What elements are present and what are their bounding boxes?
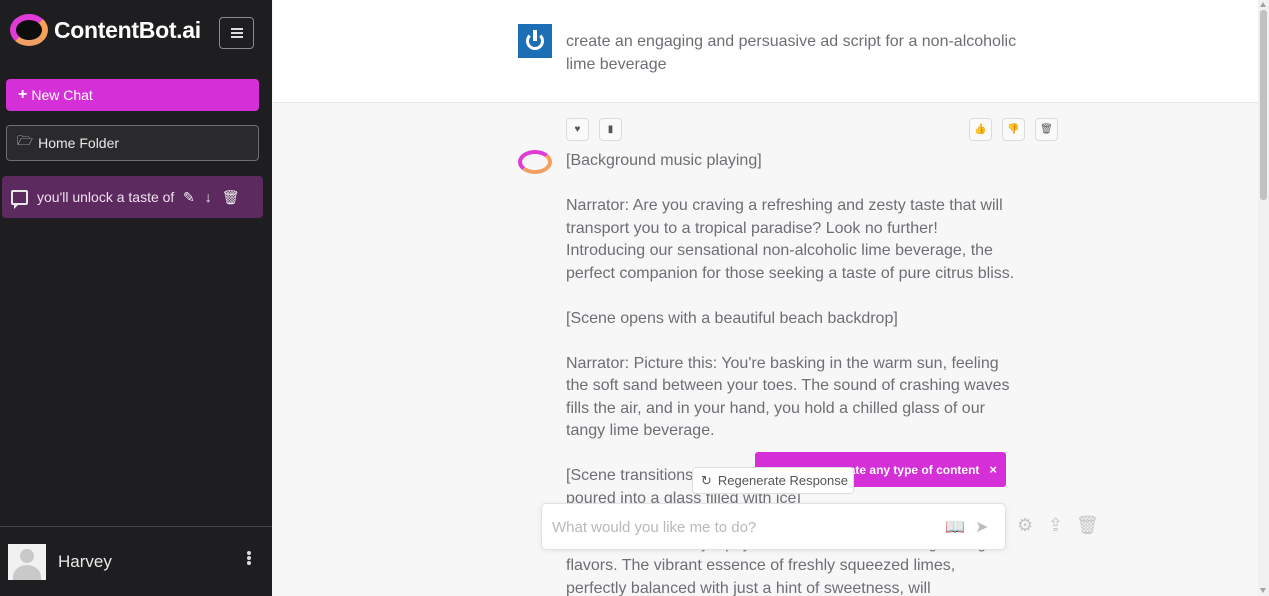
bot-avatar-icon — [518, 150, 552, 174]
delete-response-button[interactable]: 🗑 — [1035, 118, 1058, 141]
menu-toggle-button[interactable] — [219, 17, 254, 49]
book-icon[interactable]: 📖 — [945, 517, 965, 537]
chat-bubble-icon — [11, 189, 28, 209]
user-footer: Harvey — [0, 526, 272, 596]
scrollbar[interactable] — [1258, 0, 1269, 596]
power-line-shape — [533, 30, 537, 41]
chat-item-label: you'll unlock a taste of — [37, 189, 175, 205]
close-icon[interactable]: × — [989, 462, 997, 477]
avatar[interactable] — [8, 543, 46, 580]
prompt-input-box: 📖 ➤ — [541, 503, 1006, 550]
response-paragraph: Narrator: Picture this: You're basking i… — [566, 354, 1010, 440]
scroll-up-icon[interactable] — [1260, 2, 1266, 7]
gear-icon[interactable]: ⚙ — [1017, 515, 1033, 536]
trash-icon[interactable]: 🗑 — [222, 189, 240, 206]
upload-icon[interactable]: ⇪ — [1048, 515, 1063, 536]
user-name: Harvey — [58, 551, 112, 571]
trash-icon: 🗑 — [1040, 124, 1053, 135]
user-prompt-text: create an engaging and persuasive ad scr… — [566, 33, 1017, 73]
new-chat-label: New Chat — [31, 87, 93, 103]
tip-banner-text: ate any type of content — [848, 462, 980, 477]
user-avatar-icon — [518, 24, 552, 58]
pencil-icon[interactable]: ✎ — [183, 189, 195, 206]
send-icon[interactable]: ➤ — [975, 517, 988, 537]
clipboard-icon: ▮ — [607, 124, 614, 135]
response-paragraph: [Scene opens with a beautiful beach back… — [566, 309, 898, 327]
favorite-button[interactable]: ♥ — [566, 118, 589, 141]
user-message: create an engaging and persuasive ad scr… — [273, 0, 1258, 103]
home-folder-select[interactable]: 🗁 Home Folder — [6, 125, 259, 161]
prompt-input[interactable] — [552, 516, 922, 538]
hamburger-icon — [230, 32, 243, 34]
thumbs-up-button[interactable]: 👍 — [969, 118, 992, 141]
copy-button[interactable]: ▮ — [599, 118, 622, 141]
kebab-menu-icon[interactable] — [247, 556, 251, 560]
regenerate-label: Regenerate Response — [717, 473, 848, 488]
scroll-down-icon[interactable] — [1260, 588, 1266, 593]
folder-icon: 🗁 — [17, 133, 34, 148]
logo-text: ContentBot.ai — [54, 16, 201, 43]
home-folder-label: Home Folder — [38, 135, 120, 151]
refresh-icon: ↻ — [701, 472, 712, 488]
chat-item-actions: ✎ ↓ 🗑 — [183, 189, 240, 206]
scroll-thumb[interactable] — [1260, 10, 1267, 200]
logo-icon — [10, 14, 48, 46]
thumbs-down-icon: 👎 — [1007, 124, 1020, 135]
chat-item-active[interactable]: you'll unlock a taste of ✎ ↓ 🗑 — [2, 176, 263, 218]
trash-icon[interactable]: 🗑 — [1076, 515, 1099, 536]
sidebar: ContentBot.ai + New Chat 🗁 Home Folder y… — [0, 0, 272, 596]
thumbs-down-button[interactable]: 👎 — [1002, 118, 1025, 141]
new-chat-button[interactable]: + New Chat — [6, 79, 259, 111]
response-paragraph: [Background music playing] — [566, 152, 762, 169]
chat-main: create an engaging and persuasive ad scr… — [273, 0, 1258, 596]
logo[interactable]: ContentBot.ai — [10, 14, 201, 46]
regenerate-button[interactable]: ↻ Regenerate Response — [692, 467, 854, 494]
plus-icon: + — [18, 86, 28, 103]
heart-icon: ♥ — [574, 124, 581, 135]
arrow-down-icon[interactable]: ↓ — [205, 189, 212, 206]
response-paragraph: Narrator: Are you craving a refreshing a… — [566, 197, 1015, 282]
thumbs-up-icon: 👍 — [974, 124, 987, 135]
